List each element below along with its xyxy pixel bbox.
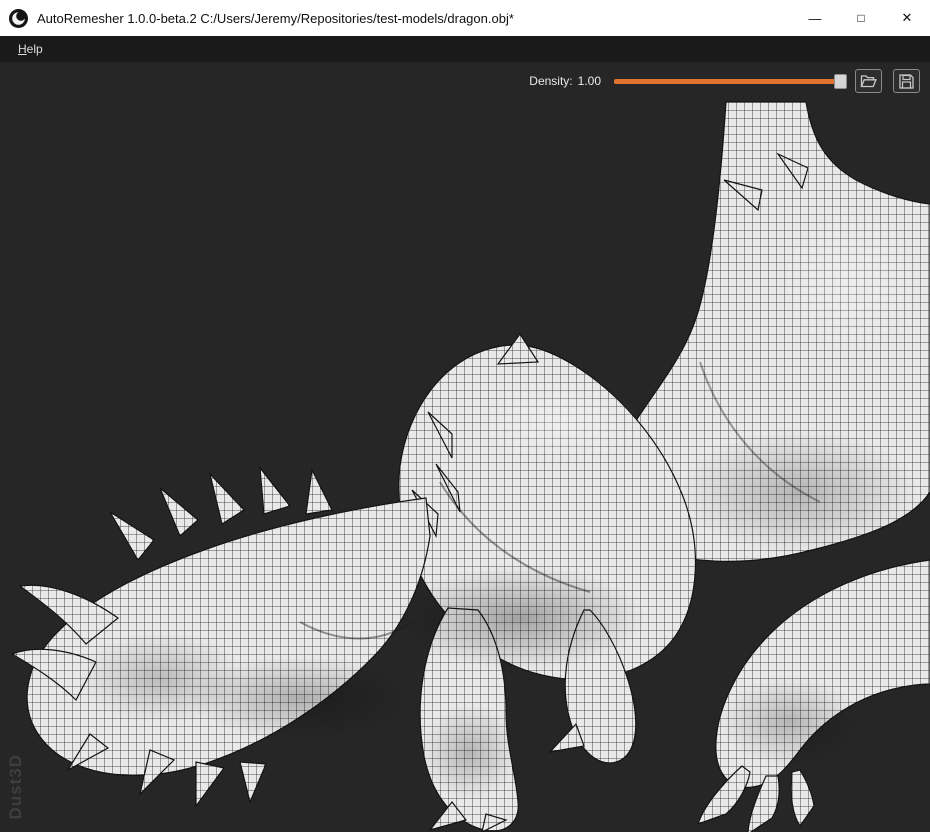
minimize-button[interactable]: — <box>792 0 838 36</box>
menu-help-rest: elp <box>26 42 43 56</box>
toolbar: Density: 1.00 <box>529 69 920 93</box>
open-file-button[interactable] <box>855 69 882 93</box>
menu-item-help[interactable]: Help <box>12 40 49 58</box>
title-bar: AutoRemesher 1.0.0-beta.2 C:/Users/Jerem… <box>0 0 930 36</box>
menu-bar: Help <box>0 36 930 62</box>
save-file-button[interactable] <box>893 69 920 93</box>
app-window: AutoRemesher 1.0.0-beta.2 C:/Users/Jerem… <box>0 0 930 832</box>
maximize-button[interactable]: □ <box>838 0 884 36</box>
density-readout: Density: 1.00 <box>529 74 601 88</box>
density-label: Density: <box>529 74 573 88</box>
dragon-head <box>10 466 431 808</box>
window-title: AutoRemesher 1.0.0-beta.2 C:/Users/Jerem… <box>37 10 514 26</box>
app-logo-icon <box>9 8 28 28</box>
close-button[interactable]: ✕ <box>884 0 930 36</box>
density-slider[interactable] <box>614 73 847 89</box>
window-controls: — □ ✕ <box>792 0 930 36</box>
save-icon <box>899 73 914 89</box>
density-slider-handle[interactable] <box>834 73 847 89</box>
dragon-wireframe-model <box>10 101 930 832</box>
folder-open-icon <box>860 75 877 88</box>
density-value: 1.00 <box>577 74 601 88</box>
menu-help-mnemonic: H <box>18 42 27 56</box>
dust3d-watermark: Dust3D <box>6 754 25 820</box>
viewport-3d[interactable]: Density: 1.00 Dust3D <box>0 62 930 832</box>
